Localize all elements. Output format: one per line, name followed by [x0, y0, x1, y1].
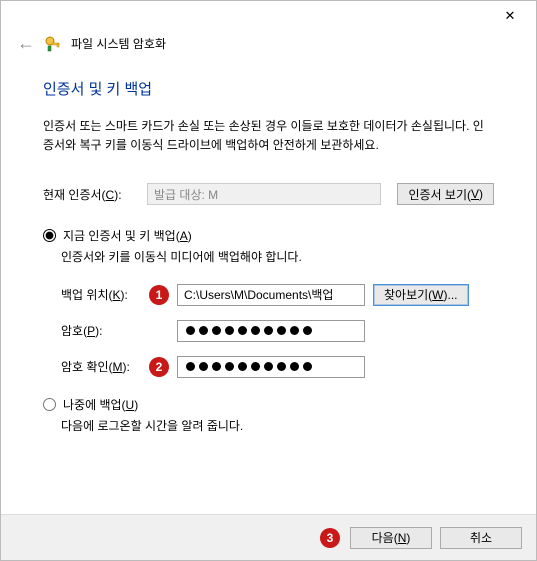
password-dot: [303, 362, 312, 371]
password-dot: [290, 326, 299, 335]
backup-location-input[interactable]: [177, 284, 365, 306]
backup-location-label: 백업 위치(K):: [61, 286, 141, 303]
password-dot: [186, 326, 195, 335]
backup-now-subtext: 인증서와 키를 이동식 미디어에 백업해야 합니다.: [61, 248, 494, 267]
page-title: 인증서 및 키 백업: [43, 78, 494, 99]
password-dot: [264, 362, 273, 371]
backup-location-row: 백업 위치(K): 1 찾아보기(W)...: [61, 284, 494, 306]
wizard-title: 파일 시스템 암호화: [71, 35, 166, 52]
cancel-button[interactable]: 취소: [440, 527, 522, 549]
wizard-header: ← 파일 시스템 암호화: [1, 31, 536, 60]
browse-button[interactable]: 찾아보기(W)...: [373, 284, 469, 306]
callout-marker-1: 1: [149, 285, 169, 305]
password-dot: [303, 326, 312, 335]
password-confirm-input[interactable]: [177, 356, 365, 378]
password-confirm-label: 암호 확인(M):: [61, 358, 141, 375]
backup-later-radio[interactable]: [43, 398, 56, 411]
current-cert-row: 현재 인증서(C): 발급 대상: M 인증서 보기(V): [43, 183, 494, 205]
footer-bar: 3 다음(N) 취소: [1, 514, 536, 560]
backup-later-subtext: 다음에 로그온할 시간을 알려 줍니다.: [61, 417, 494, 436]
back-arrow-icon: ←: [17, 33, 35, 54]
backup-now-radio-row[interactable]: 지금 인증서 및 키 백업(A): [43, 227, 494, 244]
password-dot: [251, 326, 260, 335]
close-button[interactable]: ✕: [490, 2, 530, 30]
password-dot: [225, 362, 234, 371]
close-icon: ✕: [505, 8, 516, 24]
password-dot: [199, 362, 208, 371]
view-cert-button[interactable]: 인증서 보기(V): [397, 183, 494, 205]
content-area: 인증서 및 키 백업 인증서 또는 스마트 카드가 손실 또는 손상된 경우 이…: [1, 60, 536, 436]
current-cert-label: 현재 인증서(C):: [43, 186, 131, 203]
password-dot: [186, 362, 195, 371]
password-label: 암호(P):: [61, 322, 141, 339]
password-dot: [251, 362, 260, 371]
password-dot: [277, 362, 286, 371]
password-dot: [277, 326, 286, 335]
callout-marker-2: 2: [149, 357, 169, 377]
password-input[interactable]: [177, 320, 365, 342]
backup-later-radio-label: 나중에 백업(U): [63, 396, 138, 413]
current-cert-value: 발급 대상: M: [154, 186, 218, 203]
backup-now-radio[interactable]: [43, 229, 56, 242]
password-dot: [290, 362, 299, 371]
title-bar: ✕: [1, 1, 536, 31]
efs-key-icon: [45, 36, 61, 52]
backup-later-radio-row[interactable]: 나중에 백업(U): [43, 396, 494, 413]
password-dot: [212, 362, 221, 371]
password-row: 암호(P):: [61, 320, 494, 342]
password-dot: [199, 326, 208, 335]
password-dot: [238, 362, 247, 371]
password-dot: [212, 326, 221, 335]
backup-later-block: 나중에 백업(U) 다음에 로그온할 시간을 알려 줍니다.: [43, 396, 494, 436]
next-button[interactable]: 다음(N): [350, 527, 432, 549]
backup-now-radio-label: 지금 인증서 및 키 백업(A): [63, 227, 192, 244]
password-confirm-row: 암호 확인(M): 2: [61, 356, 494, 378]
password-dot: [225, 326, 234, 335]
password-dot: [264, 326, 273, 335]
password-dot: [238, 326, 247, 335]
page-description: 인증서 또는 스마트 카드가 손실 또는 손상된 경우 이들로 보호한 데이터가…: [43, 117, 494, 155]
callout-marker-3: 3: [320, 528, 340, 548]
current-cert-field: 발급 대상: M: [147, 183, 381, 205]
